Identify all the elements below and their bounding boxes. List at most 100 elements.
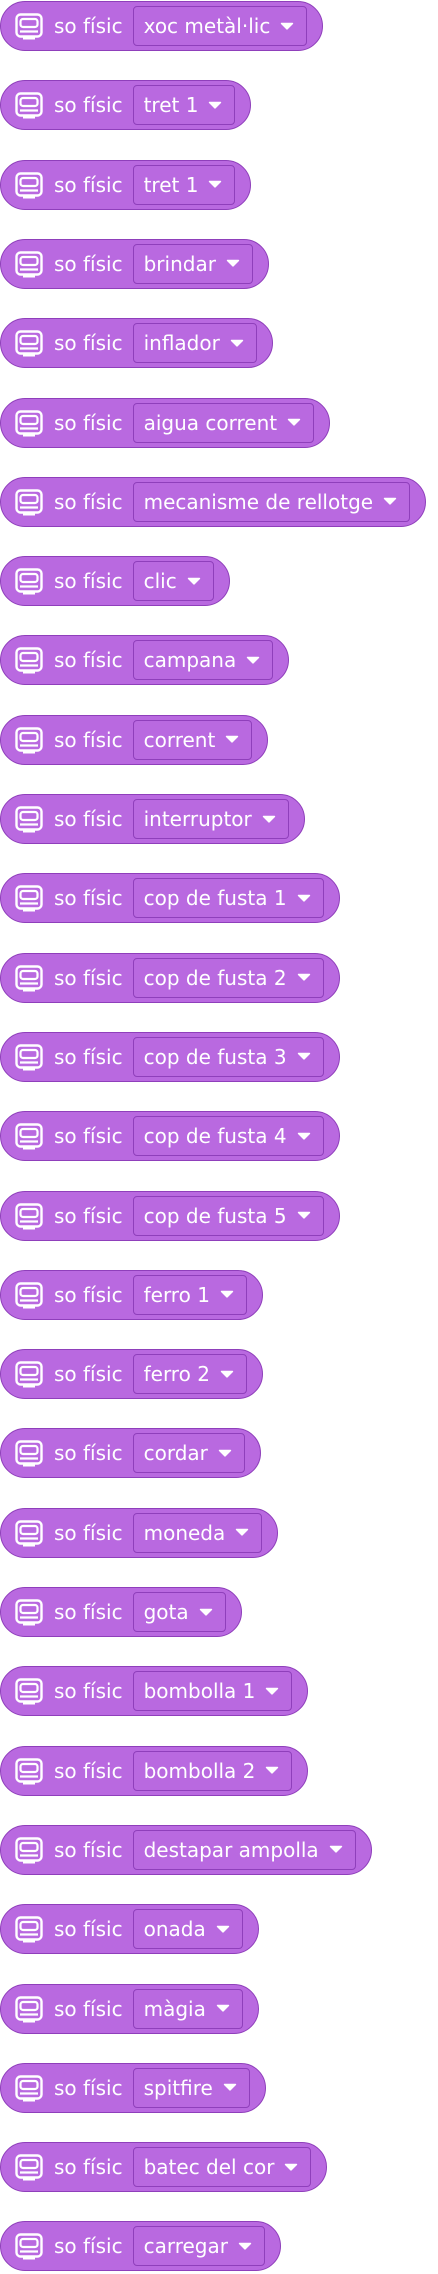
sound-block[interactable]: so físic gota (0, 1587, 242, 1637)
sound-dropdown[interactable]: corrent (132, 719, 253, 760)
sound-dropdown[interactable]: ferro 2 (132, 1354, 247, 1395)
sound-dropdown[interactable]: tret 1 (132, 164, 236, 205)
block-label: so físic (54, 2234, 123, 2259)
dropdown-value: destapar ampolla (143, 1837, 319, 1862)
sound-dropdown[interactable]: carregar (132, 2226, 265, 2267)
sound-block[interactable]: so físic aigua corrent (0, 397, 331, 448)
dropdown-value: cop de fusta 1 (143, 886, 287, 911)
sound-block[interactable]: so físic cop de fusta 4 (0, 1111, 340, 1162)
sound-dropdown[interactable]: interruptor (132, 799, 289, 839)
sound-block[interactable]: so físic batec del cor (0, 2142, 328, 2193)
dropdown-value: cop de fusta 2 (143, 965, 287, 990)
sound-block[interactable]: so físic cop de fusta 3 (0, 1031, 340, 1082)
sound-block[interactable]: so físic cop de fusta 5 (0, 1190, 340, 1241)
robot-speaker-icon (14, 566, 44, 596)
sound-block[interactable]: so físic cordar (0, 1428, 261, 1479)
sound-dropdown[interactable]: inflador (132, 323, 257, 364)
sound-dropdown[interactable]: clic (132, 561, 214, 602)
block-label: so físic (54, 965, 123, 990)
sound-dropdown[interactable]: ferro 1 (132, 1274, 247, 1315)
sound-dropdown[interactable]: moneda (132, 1512, 263, 1553)
sound-dropdown[interactable]: cop de fusta 3 (132, 1036, 324, 1077)
chevron-down-icon (297, 1052, 311, 1062)
chevron-down-icon (297, 1211, 311, 1221)
sound-block[interactable]: so físic ferro 2 (0, 1349, 263, 1400)
robot-speaker-icon (14, 1280, 44, 1310)
sound-dropdown[interactable]: cop de fusta 1 (132, 878, 324, 919)
dropdown-value: inflador (143, 331, 220, 356)
sound-block[interactable]: so físic xoc metàl·lic (0, 1, 324, 51)
sound-block[interactable]: so físic moneda (0, 1507, 279, 1558)
dropdown-value: mecanisme de rellotge (143, 489, 374, 514)
chevron-down-icon (265, 1766, 279, 1776)
robot-speaker-icon (14, 1756, 44, 1786)
block-label: so físic (54, 1917, 123, 1942)
dropdown-value: onada (143, 1917, 206, 1942)
sound-dropdown[interactable]: brindar (132, 243, 253, 284)
robot-speaker-icon (14, 2152, 44, 2182)
robot-speaker-icon (14, 249, 44, 279)
sound-block[interactable]: so físic brindar (0, 238, 269, 289)
sound-block[interactable]: so físic inflador (0, 318, 273, 369)
sound-dropdown[interactable]: onada (132, 1909, 243, 1950)
sound-block[interactable]: so físic ferro 1 (0, 1269, 263, 1320)
sound-dropdown[interactable]: spitfire (132, 2067, 250, 2108)
chevron-down-icon (220, 1290, 234, 1300)
sound-block[interactable]: so físic campana (0, 635, 290, 686)
dropdown-value: ferro 1 (143, 1282, 210, 1307)
sound-block[interactable]: so físic cop de fusta 1 (0, 873, 340, 924)
sound-block[interactable]: so físic clic (0, 556, 230, 607)
block-label: so físic (54, 807, 123, 831)
sound-block[interactable]: so físic mecanisme de rellotge (0, 476, 427, 527)
sound-block[interactable]: so físic bombolla 1 (0, 1666, 309, 1717)
block-label: so físic (54, 1996, 123, 2021)
sound-dropdown[interactable]: batec del cor (132, 2147, 312, 2188)
dropdown-value: cop de fusta 5 (143, 1203, 287, 1228)
robot-speaker-icon (14, 1597, 44, 1627)
sound-dropdown[interactable]: màgia (132, 1988, 243, 2029)
sound-block[interactable]: so físic corrent (0, 714, 269, 765)
sound-block[interactable]: so físic interruptor (0, 794, 305, 844)
sound-block[interactable]: so físic bombolla 2 (0, 1745, 309, 1796)
chevron-down-icon (265, 1686, 279, 1696)
robot-speaker-icon (14, 1994, 44, 2024)
sound-block[interactable]: so físic carregar (0, 2221, 281, 2272)
chevron-down-icon (216, 1924, 230, 1934)
robot-speaker-icon (14, 645, 44, 675)
sound-dropdown[interactable]: cordar (132, 1433, 245, 1474)
sound-block[interactable]: so físic cop de fusta 2 (0, 952, 340, 1003)
sound-dropdown[interactable]: cop de fusta 2 (132, 957, 324, 998)
chevron-down-icon (287, 418, 301, 428)
chevron-down-icon (220, 1369, 234, 1379)
dropdown-value: cop de fusta 3 (143, 1044, 287, 1069)
dropdown-value: spitfire (143, 2075, 213, 2100)
sound-dropdown[interactable]: campana (132, 640, 274, 681)
sound-block[interactable]: so físic màgia (0, 1983, 259, 2034)
sound-block[interactable]: so físic tret 1 (0, 80, 252, 131)
robot-speaker-icon (14, 1676, 44, 1706)
dropdown-value: ferro 2 (143, 1362, 210, 1387)
sound-block[interactable]: so físic onada (0, 1904, 259, 1955)
sound-dropdown[interactable]: bombolla 2 (132, 1750, 293, 1791)
sound-dropdown[interactable]: aigua corrent (132, 402, 315, 443)
chevron-down-icon (187, 576, 201, 586)
sound-dropdown[interactable]: destapar ampolla (132, 1829, 356, 1870)
dropdown-value: màgia (143, 1996, 206, 2021)
sound-dropdown[interactable]: gota (132, 1592, 226, 1632)
dropdown-value: cordar (143, 1441, 208, 1466)
chevron-down-icon (246, 655, 260, 665)
sound-dropdown[interactable]: tret 1 (132, 85, 236, 126)
sound-dropdown[interactable]: xoc metàl·lic (132, 6, 308, 46)
sound-block[interactable]: so físic tret 1 (0, 159, 252, 210)
block-label: so físic (54, 331, 123, 356)
chevron-down-icon (383, 497, 397, 507)
sound-block[interactable]: so físic destapar ampolla (0, 1824, 372, 1875)
block-label: so físic (54, 1282, 123, 1307)
sound-block[interactable]: so físic spitfire (0, 2062, 266, 2113)
sound-dropdown[interactable]: cop de fusta 4 (132, 1116, 324, 1157)
sound-dropdown[interactable]: bombolla 1 (132, 1671, 293, 1712)
sound-dropdown[interactable]: mecanisme de rellotge (132, 481, 411, 522)
sound-dropdown[interactable]: cop de fusta 5 (132, 1195, 324, 1236)
block-label: so físic (54, 886, 123, 911)
block-label: so físic (54, 1362, 123, 1387)
